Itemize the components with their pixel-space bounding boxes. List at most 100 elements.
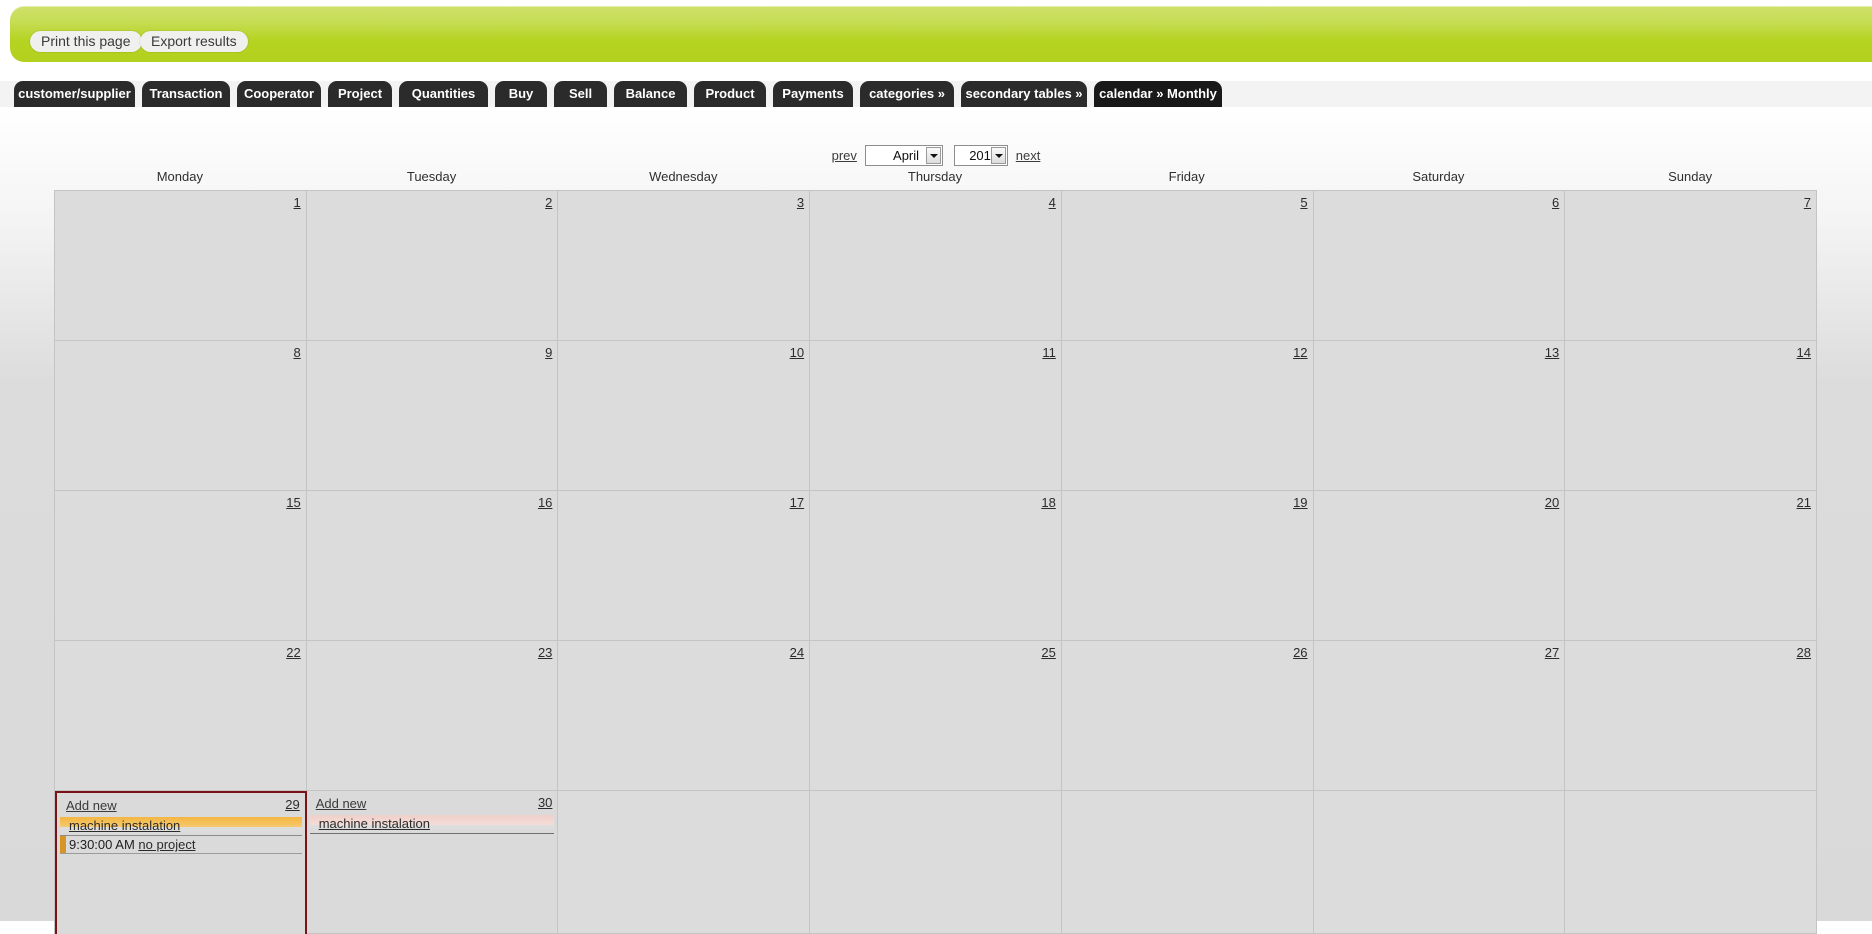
export-results-button[interactable]: Export results bbox=[140, 31, 248, 52]
day-number-link[interactable]: 30 bbox=[538, 795, 552, 810]
calendar-day-cell-6[interactable]: 6 bbox=[1313, 191, 1566, 341]
print-this-page-button[interactable]: Print this page bbox=[30, 31, 142, 52]
day-number-link[interactable]: 12 bbox=[1293, 345, 1307, 360]
calendar-day-cell-27[interactable]: 27 bbox=[1313, 641, 1566, 791]
calendar-day-cell-30[interactable]: Add new 30 machine instalation bbox=[306, 791, 559, 934]
day-number-link[interactable]: 13 bbox=[1545, 345, 1559, 360]
day-number-link[interactable]: 16 bbox=[538, 495, 552, 510]
calendar-day-cell-1[interactable]: 1 bbox=[55, 191, 307, 341]
tab-balance[interactable]: Balance bbox=[614, 81, 687, 107]
day-number-link[interactable]: 19 bbox=[1293, 495, 1307, 510]
calendar-day-cell-18[interactable]: 18 bbox=[810, 491, 1062, 641]
day-number-link[interactable]: 6 bbox=[1552, 195, 1559, 210]
day-number-link[interactable]: 5 bbox=[1300, 195, 1307, 210]
calendar-day-cell-16[interactable]: 16 bbox=[306, 491, 559, 641]
day-number-link[interactable]: 4 bbox=[1049, 195, 1056, 210]
day-number-link[interactable]: 25 bbox=[1041, 645, 1055, 660]
day-number-link[interactable]: 20 bbox=[1545, 495, 1559, 510]
calendar-day-cell-11[interactable]: 11 bbox=[810, 341, 1062, 491]
calendar-day-cell-3[interactable]: 3 bbox=[558, 191, 811, 341]
tab-quantities[interactable]: Quantities bbox=[399, 81, 488, 107]
calendar-day-cell-19[interactable]: 19 bbox=[1061, 491, 1314, 641]
month-select-value: April bbox=[893, 148, 920, 163]
weekday-header-thursday: Thursday bbox=[907, 169, 963, 184]
event-entry[interactable]: 9:30:00 AM no project bbox=[60, 836, 302, 854]
prev-month-link[interactable]: prev bbox=[832, 148, 857, 163]
calendar-day-cell-21[interactable]: 21 bbox=[1565, 491, 1817, 641]
day-number-link[interactable]: 24 bbox=[790, 645, 804, 660]
day-number-link[interactable]: 18 bbox=[1041, 495, 1055, 510]
calendar-day-cell-28[interactable]: 28 bbox=[1565, 641, 1817, 791]
calendar-day-cell-17[interactable]: 17 bbox=[558, 491, 811, 641]
tab-calendar-monthly[interactable]: calendar » Monthly bbox=[1094, 81, 1222, 107]
day-number-link[interactable]: 8 bbox=[293, 345, 300, 360]
day-number-link[interactable]: 1 bbox=[293, 195, 300, 210]
day-number-link[interactable]: 26 bbox=[1293, 645, 1307, 660]
tab-buy[interactable]: Buy bbox=[495, 81, 547, 107]
day-number-link[interactable]: 2 bbox=[545, 195, 552, 210]
weekday-header-row: Monday Tuesday Wednesday Thursday Friday Satu… bbox=[54, 168, 1816, 190]
tab-payments[interactable]: Payments bbox=[773, 81, 853, 107]
day-number-link[interactable]: 28 bbox=[1797, 645, 1811, 660]
calendar-day-cell-14[interactable]: 14 bbox=[1565, 341, 1817, 491]
event-group-title[interactable]: machine instalation bbox=[60, 817, 302, 836]
calendar-day-cell-empty[interactable] bbox=[558, 791, 811, 934]
calendar-day-cell-23[interactable]: 23 bbox=[306, 641, 559, 791]
calendar-day-cell-24[interactable]: 24 bbox=[558, 641, 811, 791]
calendar-day-cell-10[interactable]: 10 bbox=[558, 341, 811, 491]
calendar-day-cell-empty[interactable] bbox=[1565, 791, 1817, 934]
day-number-link[interactable]: 15 bbox=[286, 495, 300, 510]
tab-product[interactable]: Product bbox=[694, 81, 766, 107]
calendar-day-cell-25[interactable]: 25 bbox=[810, 641, 1062, 791]
calendar-day-cell-empty[interactable] bbox=[810, 791, 1062, 934]
event-group-title[interactable]: machine instalation bbox=[309, 815, 555, 834]
calendar-day-cell-13[interactable]: 13 bbox=[1313, 341, 1566, 491]
day-number-link[interactable]: 9 bbox=[545, 345, 552, 360]
calendar-day-cell-4[interactable]: 4 bbox=[810, 191, 1062, 341]
calendar-day-cell-8[interactable]: 8 bbox=[55, 341, 307, 491]
calendar-day-cell-12[interactable]: 12 bbox=[1061, 341, 1314, 491]
chevron-down-icon[interactable] bbox=[991, 147, 1007, 164]
add-new-event-link[interactable]: Add new bbox=[66, 798, 117, 813]
calendar-day-cell-7[interactable]: 7 bbox=[1565, 191, 1817, 341]
day-number-link[interactable]: 14 bbox=[1797, 345, 1811, 360]
tab-project[interactable]: Project bbox=[328, 81, 392, 107]
month-select[interactable]: April bbox=[864, 145, 943, 166]
calendar-day-cell-empty[interactable] bbox=[1061, 791, 1314, 934]
day-number-link[interactable]: 27 bbox=[1545, 645, 1559, 660]
day-number-link[interactable]: 11 bbox=[1042, 345, 1056, 360]
tab-customer-supplier[interactable]: customer/supplier bbox=[14, 81, 135, 107]
year-select[interactable]: 2013 bbox=[954, 145, 1009, 166]
calendar-day-cell-9[interactable]: 9 bbox=[306, 341, 559, 491]
day-number-link[interactable]: 21 bbox=[1797, 495, 1811, 510]
calendar-day-cell-empty[interactable] bbox=[1313, 791, 1566, 934]
calendar-day-cell-20[interactable]: 20 bbox=[1313, 491, 1566, 641]
next-month-link[interactable]: next bbox=[1016, 148, 1041, 163]
calendar-day-cell-5[interactable]: 5 bbox=[1061, 191, 1314, 341]
day-number-link[interactable]: 29 bbox=[285, 797, 299, 812]
calendar-day-cell-15[interactable]: 15 bbox=[55, 491, 307, 641]
tab-transaction[interactable]: Transaction bbox=[142, 81, 230, 107]
day-number-link[interactable]: 23 bbox=[538, 645, 552, 660]
tab-categories[interactable]: categories » bbox=[860, 81, 954, 107]
calendar-grid: >>1234567>>891011121314>>15161718192021>… bbox=[54, 190, 1817, 934]
calendar-day-cell-29[interactable]: Add new 29 machine instalation 9:30:00 AM n… bbox=[55, 791, 307, 934]
weekday-header-tuesday: Tuesday bbox=[406, 169, 457, 184]
event-group-title-label: machine instalation bbox=[318, 816, 430, 831]
day-number-link[interactable]: 7 bbox=[1804, 195, 1811, 210]
day-number-link[interactable]: 3 bbox=[797, 195, 804, 210]
day-number-link[interactable]: 10 bbox=[790, 345, 804, 360]
tab-sell[interactable]: Sell bbox=[554, 81, 607, 107]
event-project-link[interactable]: no project bbox=[138, 837, 195, 852]
day-number-link[interactable]: 22 bbox=[286, 645, 300, 660]
calendar-week-row: 8 9 10 11 12 13 14 bbox=[55, 341, 1817, 491]
add-new-event-link[interactable]: Add new bbox=[316, 796, 367, 811]
calendar-day-cell-26[interactable]: 26 bbox=[1061, 641, 1314, 791]
calendar-week-row: 15 16 17 18 19 20 21 bbox=[55, 491, 1817, 641]
calendar-day-cell-22[interactable]: 22 bbox=[55, 641, 307, 791]
tab-secondary-tables[interactable]: secondary tables » bbox=[961, 81, 1087, 107]
tab-cooperator[interactable]: Cooperator bbox=[237, 81, 321, 107]
day-number-link[interactable]: 17 bbox=[790, 495, 804, 510]
chevron-down-icon[interactable] bbox=[925, 147, 941, 164]
calendar-day-cell-2[interactable]: 2 bbox=[306, 191, 559, 341]
